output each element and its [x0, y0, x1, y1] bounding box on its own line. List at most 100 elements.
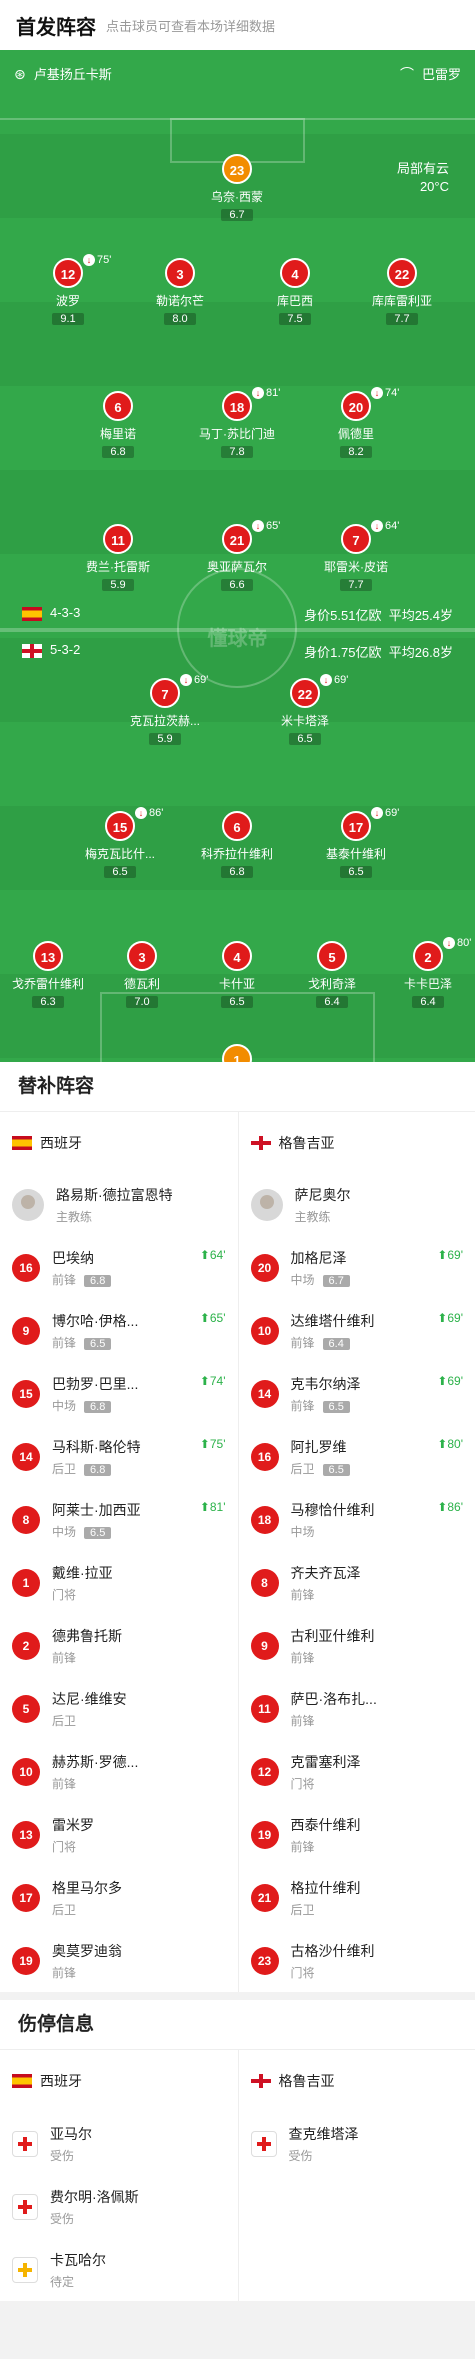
pitch-player[interactable]: 7 ↓ 64' 耶雷米·皮诺 7.7 — [301, 520, 411, 593]
team1-header: 西班牙 — [0, 1112, 238, 1174]
sub-minute: 64' — [385, 520, 400, 532]
team1-name: 西班牙 — [40, 2073, 82, 2089]
sub-in-minute: ⬆69' — [437, 1248, 463, 1262]
team1-coach[interactable]: 路易斯·德拉富恩特 主教练 — [0, 1174, 238, 1236]
player-number: 8 — [12, 1505, 40, 1534]
pitch-player[interactable]: 1马马尔达什...7.1 — [182, 1044, 292, 1062]
player-position: 前锋 6.4 — [291, 1334, 375, 1351]
sub-minute: 69' — [194, 674, 209, 686]
sub-player-row[interactable]: 2 德弗鲁托斯 前锋 — [0, 1614, 238, 1677]
pitch-player[interactable]: 7 ↓ 69' 克瓦拉茨赫... 5.9 — [110, 674, 220, 747]
sub-event: ↓ 69' — [180, 674, 208, 686]
player-info: 巴埃纳 前锋 6.8 — [52, 1248, 112, 1288]
lineup-header: 首发阵容 点击球员可查看本场详细数据 — [0, 0, 475, 50]
pitch-player[interactable]: 5 戈利奇泽 6.4 — [277, 941, 387, 1010]
sub-player-row[interactable]: 19 西泰什维利 前锋 — [239, 1803, 475, 1866]
sub-player-row[interactable]: 14 马科斯·略伦特 后卫 6.8 ⬆75' — [0, 1425, 238, 1488]
sub-player-row[interactable]: 10 达维塔什维利 前锋 6.4 ⬆69' — [239, 1299, 475, 1362]
sub-event: ↓ 64' — [371, 520, 399, 532]
player-number: 22 — [387, 258, 417, 288]
pitch-player[interactable]: 23 乌奈·西蒙 6.7 — [182, 154, 292, 223]
sub-player-row[interactable]: 10 赫苏斯·罗德... 前锋 — [0, 1740, 238, 1803]
player-name: 赫苏斯·罗德... — [52, 1753, 139, 1770]
pitch-player[interactable]: 4 库巴西 7.5 — [240, 258, 350, 327]
injury-row[interactable]: 查克维塔泽 受伤 — [239, 2112, 475, 2175]
pitch-player[interactable]: 22 ↓ 69' 米卡塔泽 6.5 — [250, 674, 360, 747]
player-position: 前锋 — [52, 1776, 77, 1791]
team2-avg-age: 平均26.8岁 — [388, 645, 453, 660]
team2-coach[interactable]: 萨尼奥尔 主教练 — [239, 1174, 475, 1236]
pitch-player[interactable]: 18 ↓ 81' 马丁·苏比门迪 7.8 — [182, 387, 292, 460]
player-position: 前锋 — [52, 1965, 77, 1980]
player-number: 18 — [250, 1505, 279, 1534]
pitch-player[interactable]: 17 ↓ 69' 基泰什维利 6.5 — [301, 807, 411, 880]
injury-row[interactable]: 费尔明·洛佩斯 受伤 — [0, 2175, 238, 2238]
pitch-player[interactable]: 3 德瓦利 7.0 — [87, 941, 197, 1010]
sub-minute: 75' — [97, 254, 112, 266]
injury-row[interactable]: 卡瓦哈尔 待定 — [0, 2238, 238, 2301]
injury-status: 受伤 — [50, 2148, 75, 2163]
sub-player-row[interactable]: 11 萨巴·洛布扎... 前锋 — [239, 1677, 475, 1740]
player-number: 14 — [250, 1379, 279, 1408]
pitch-player[interactable]: 15 ↓ 86' 梅克瓦比什... 6.5 — [65, 807, 175, 880]
player-rating: 6.3 — [32, 996, 64, 1008]
team2-name: 格鲁吉亚 — [278, 2073, 335, 2089]
injury-row[interactable]: 亚马尔 受伤 — [0, 2112, 238, 2175]
sub-player-row[interactable]: 16 巴埃纳 前锋 6.8 ⬆64' — [0, 1236, 238, 1299]
sub-player-row[interactable]: 20 加格尼泽 中场 6.7 ⬆69' — [239, 1236, 475, 1299]
pitch-player[interactable]: 4 卡什亚 6.5 — [182, 941, 292, 1010]
sub-player-row[interactable]: 5 达尼·维维安 后卫 — [0, 1677, 238, 1740]
pitch-player[interactable]: 11 费兰·托雷斯 5.9 — [63, 524, 173, 593]
pitch-player[interactable]: 22 库库雷利亚 7.7 — [347, 258, 457, 327]
player-name: 乌奈·西蒙 — [211, 190, 263, 204]
player-number: 13 — [33, 941, 63, 971]
pitch-player[interactable]: 21 ↓ 65' 奥亚萨瓦尔 6.6 — [182, 520, 292, 593]
sub-player-row[interactable]: 13 雷米罗 门将 — [0, 1803, 238, 1866]
sub-player-row[interactable]: 1 戴维·拉亚 门将 — [0, 1551, 238, 1614]
sub-player-row[interactable]: 8 齐夫齐瓦泽 前锋 — [239, 1551, 475, 1614]
pitch-player[interactable]: 3 勒诺尔芒 8.0 — [125, 258, 235, 327]
medical-cross-icon — [250, 2130, 277, 2157]
sub-player-row[interactable]: 15 巴勃罗·巴里... 中场 6.8 ⬆74' — [0, 1362, 238, 1425]
player-name: 博尔哈·伊格... — [52, 1312, 139, 1329]
avatar — [250, 1189, 283, 1221]
pitch-player[interactable]: 6 科乔拉什维利 6.8 — [182, 811, 292, 880]
sub-player-row[interactable]: 8 阿莱士·加西亚 中场 6.5 ⬆81' — [0, 1488, 238, 1551]
player-number: 8 — [250, 1568, 279, 1597]
sub-player-row[interactable]: 18 马穆恰什维利 中场 ⬆86' — [239, 1488, 475, 1551]
sub-player-row[interactable]: 23 古格沙什维利 门将 — [239, 1929, 475, 1992]
player-number: 4 — [280, 258, 310, 288]
sub-player-row[interactable]: 9 博尔哈·伊格... 前锋 6.5 ⬆65' — [0, 1299, 238, 1362]
player-position: 前锋 — [290, 1650, 315, 1665]
sub-player-row[interactable]: 21 格拉什维利 后卫 — [239, 1866, 475, 1929]
sub-player-row[interactable]: 14 克韦尔纳泽 前锋 6.5 ⬆69' — [239, 1362, 475, 1425]
player-number: 7 — [150, 678, 180, 708]
player-name: 库库雷利亚 — [371, 294, 432, 308]
sub-out-icon: ↓ — [320, 674, 332, 686]
player-rating: 6.7 — [221, 209, 253, 221]
player-rating: 6.5 — [84, 1526, 112, 1539]
sub-in-minute: ⬆65' — [199, 1311, 226, 1325]
coach-name: 萨尼奥尔 — [294, 1187, 351, 1203]
player-number: 15 — [12, 1379, 40, 1408]
spain-flag-icon — [12, 1136, 32, 1150]
sub-event: ↓ 69' — [320, 674, 348, 686]
pitch-player[interactable]: 6 梅里诺 6.8 — [63, 391, 173, 460]
player-position: 前锋 6.5 — [52, 1334, 138, 1351]
sub-player-row[interactable]: 16 阿扎罗维 后卫 6.5 ⬆80' — [239, 1425, 475, 1488]
team1-name: 西班牙 — [40, 1135, 82, 1151]
sub-out-icon: ↓ — [252, 520, 264, 532]
referee: ⌒ 巴雷罗 — [400, 64, 461, 84]
pitch-player[interactable]: 12 ↓ 75' 波罗 9.1 — [13, 254, 123, 327]
sub-player-row[interactable]: 19 奥莫罗迪翁 前锋 — [0, 1929, 238, 1992]
sub-player-row[interactable]: 9 古利亚什维利 前锋 — [239, 1614, 475, 1677]
sub-player-row[interactable]: 12 克雷塞利泽 门将 — [239, 1740, 475, 1803]
player-name: 阿莱士·加西亚 — [52, 1501, 141, 1518]
player-number: 6 — [222, 811, 252, 841]
pitch-player[interactable]: 20 ↓ 74' 佩德里 8.2 — [301, 387, 411, 460]
medical-cross-icon — [12, 2193, 38, 2220]
sub-player-row[interactable]: 17 格里马尔多 后卫 — [0, 1866, 238, 1929]
player-name: 勒诺尔芒 — [155, 294, 204, 308]
pitch-player[interactable]: 2 ↓ 80' 卡卡巴泽 6.4 — [373, 937, 475, 1010]
team2-injuries: 格鲁吉亚 查克维塔泽 受伤 — [237, 2050, 475, 2301]
